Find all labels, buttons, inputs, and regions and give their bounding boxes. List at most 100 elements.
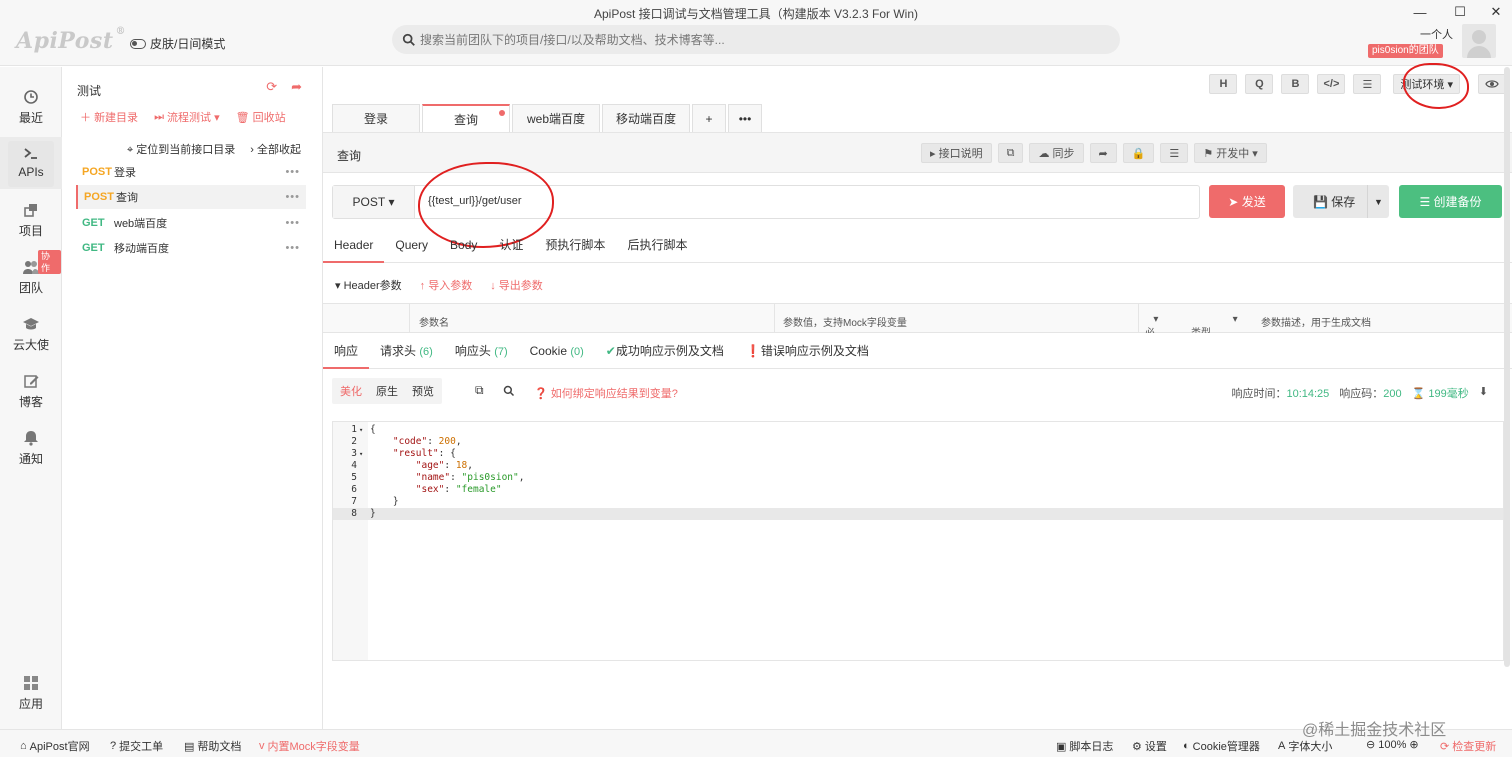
nav-projects-label: 项目 (18, 224, 43, 238)
header-params-toggle[interactable]: ▾ Header参数 (335, 277, 402, 293)
nav-projects[interactable]: 项目 (0, 194, 62, 244)
tab-auth[interactable]: 认证 (488, 227, 534, 263)
b-button[interactable]: B (1281, 74, 1310, 94)
fold-icon[interactable]: ▾ (359, 448, 363, 460)
nav-apis[interactable]: APIs (0, 137, 62, 189)
h-button[interactable]: H (1209, 74, 1238, 94)
nav-apps[interactable]: 应用 (0, 667, 62, 717)
tab-response[interactable]: 响应 (323, 333, 370, 369)
import-params-button[interactable]: ↑ 导入参数 (420, 277, 473, 293)
collapse-all-button[interactable]: › 全部收起 (250, 141, 301, 157)
question-icon: ? (110, 740, 117, 752)
tab-query-params[interactable]: Query (384, 227, 439, 263)
create-backup-button[interactable]: ☰ 创建备份 (1399, 185, 1502, 218)
tab-query[interactable]: 查询 (422, 104, 510, 132)
more-icon[interactable]: ••• (285, 166, 300, 178)
copy-icon[interactable]: ⧉ (475, 383, 484, 398)
download-icon[interactable]: ⬇ (1479, 385, 1488, 401)
font-size-button[interactable]: A 字体大小 (1278, 738, 1332, 754)
eye-icon[interactable] (1478, 74, 1506, 94)
tab-response-headers[interactable]: 响应头 (7) (444, 333, 519, 369)
minimize-button[interactable]: — (1400, 2, 1440, 22)
more-icon[interactable]: ••• (285, 242, 300, 254)
add-tab-button[interactable]: + (692, 104, 726, 132)
response-code-editor[interactable]: 1 ▾{2 "code": 200, 3 ▾ "result": {4 "age": … (332, 421, 1504, 661)
api-name: web端百度 (114, 218, 168, 230)
save-button[interactable]: 💾 保存 ▼ (1293, 185, 1389, 218)
help-docs-link[interactable]: ▤ 帮助文档 (184, 738, 241, 754)
tree-row[interactable]: GET 移动端百度 ••• (76, 236, 306, 260)
code-line: 5 "name": "pis0sion", (333, 472, 1503, 484)
cookie-manager-button[interactable]: ◐ Cookie管理器 (1183, 738, 1260, 754)
api-doc-button[interactable]: ▸ 接口说明 (921, 143, 992, 163)
share-icon[interactable]: ➦ (291, 79, 302, 95)
tab-login[interactable]: 登录 (332, 104, 420, 132)
global-search-input[interactable]: 搜索当前团队下的项目/接口/以及帮助文档、技术博客等... (392, 25, 1120, 54)
settings-button[interactable]: ⚙ 设置 (1132, 738, 1167, 754)
export-params-button[interactable]: ↓ 导出参数 (490, 277, 543, 293)
lock-icon[interactable]: 🔒 (1122, 143, 1155, 163)
sync-button[interactable]: ☁ 同步 (1029, 143, 1084, 163)
tab-error-example[interactable]: ❗错误响应示例及文档 (735, 333, 880, 369)
code-button[interactable]: </> (1317, 74, 1346, 94)
param-table-header: 参数名 参数值，支持Mock字段变量 必填 ▾ 类型 ▾ 参数描述，用于生成文档 (323, 303, 1512, 354)
fold-icon[interactable]: ▾ (359, 424, 363, 436)
tree-row[interactable]: POST 查询 ••• (76, 185, 306, 209)
tab-request-headers[interactable]: 请求头 (6) (369, 333, 444, 369)
submit-ticket-link[interactable]: ? 提交工单 (110, 738, 163, 754)
q-button[interactable]: Q (1245, 74, 1274, 94)
tab-mobile-baidu[interactable]: 移动端百度 (602, 104, 690, 132)
tab-success-example[interactable]: ✔成功响应示例及文档 (595, 333, 735, 369)
maximize-button[interactable]: ☐ (1440, 2, 1480, 22)
share-icon[interactable]: ➦ (1089, 143, 1117, 163)
official-site-link[interactable]: ⌂ ApiPost官网 (20, 738, 90, 754)
nav-recent[interactable]: 最近 (0, 81, 62, 131)
more-icon[interactable]: ••• (285, 191, 300, 203)
pretty-button[interactable]: 美化 (340, 383, 362, 399)
new-folder-button[interactable]: ＋ 新建目录 (80, 109, 138, 125)
nav-ambassador[interactable]: 云大使 (0, 308, 62, 358)
tab-pre-script[interactable]: 预执行脚本 (534, 227, 616, 263)
preview-button[interactable]: 预览 (412, 383, 434, 399)
vertical-scrollbar[interactable] (1504, 67, 1510, 667)
code-text: } (370, 496, 399, 507)
tree-row[interactable]: GET web端百度 ••• (76, 211, 306, 235)
recycle-bin-button[interactable]: 🗑 回收站 (236, 109, 286, 125)
close-button[interactable]: ✕ (1476, 2, 1512, 22)
raw-button[interactable]: 原生 (376, 383, 398, 399)
sliders-button[interactable]: ☰ (1353, 74, 1382, 94)
tab-body[interactable]: Body (439, 227, 488, 263)
col-required[interactable]: 必填 ▾ (1145, 314, 1158, 354)
avatar[interactable] (1462, 24, 1496, 58)
user-name[interactable]: 一个人 (1420, 26, 1453, 42)
tab-more-button[interactable]: ••• (728, 104, 762, 132)
script-log-button[interactable]: ▣ 脚本日志 (1056, 738, 1113, 754)
more-icon[interactable]: ••• (285, 217, 300, 229)
status-select[interactable]: ⚑ 开发中 ▾ (1194, 143, 1267, 163)
bind-response-help-link[interactable]: ❓ 如何绑定响应结果到变量? (534, 385, 678, 401)
nav-team-label: 团队 (18, 281, 43, 295)
nav-notifications[interactable]: 通知 (0, 422, 62, 472)
copy-icon[interactable]: ⧉ (997, 143, 1024, 163)
refresh-icon[interactable]: ⟳ (266, 79, 277, 95)
locate-button[interactable]: ⌖ 定位到当前接口目录 (127, 141, 235, 157)
nav-blog[interactable]: 博客 (0, 365, 62, 415)
mock-vars-link[interactable]: v 内置Mock字段变量 (259, 738, 360, 754)
tab-header[interactable]: Header (323, 227, 385, 263)
tab-cookie[interactable]: Cookie (0) (519, 333, 595, 369)
send-button[interactable]: ➤ 发送 (1209, 185, 1285, 218)
check-update-button[interactable]: ⟳ 检查更新 (1440, 738, 1496, 754)
tree-row[interactable]: POST 登录 ••• (76, 160, 306, 184)
api-title: 查询 (337, 149, 362, 163)
nav-recent-label: 最近 (18, 111, 43, 125)
tab-post-script[interactable]: 后执行脚本 (616, 227, 698, 263)
tab-web-baidu[interactable]: web端百度 (512, 104, 600, 132)
col-type[interactable]: 类型 ▾ (1191, 314, 1238, 339)
chevron-down-icon[interactable]: ▼ (1367, 185, 1389, 218)
method-select[interactable]: POST ▾ (333, 186, 415, 218)
theme-toggle[interactable]: 皮肤/日间模式 (130, 35, 225, 52)
team-badge[interactable]: pis0sion的团队 (1368, 44, 1443, 58)
flow-test-button[interactable]: ⏭ 流程测试 ▾ (154, 109, 220, 125)
search-icon[interactable] (503, 385, 515, 397)
database-icon[interactable]: ☰ (1160, 143, 1189, 163)
